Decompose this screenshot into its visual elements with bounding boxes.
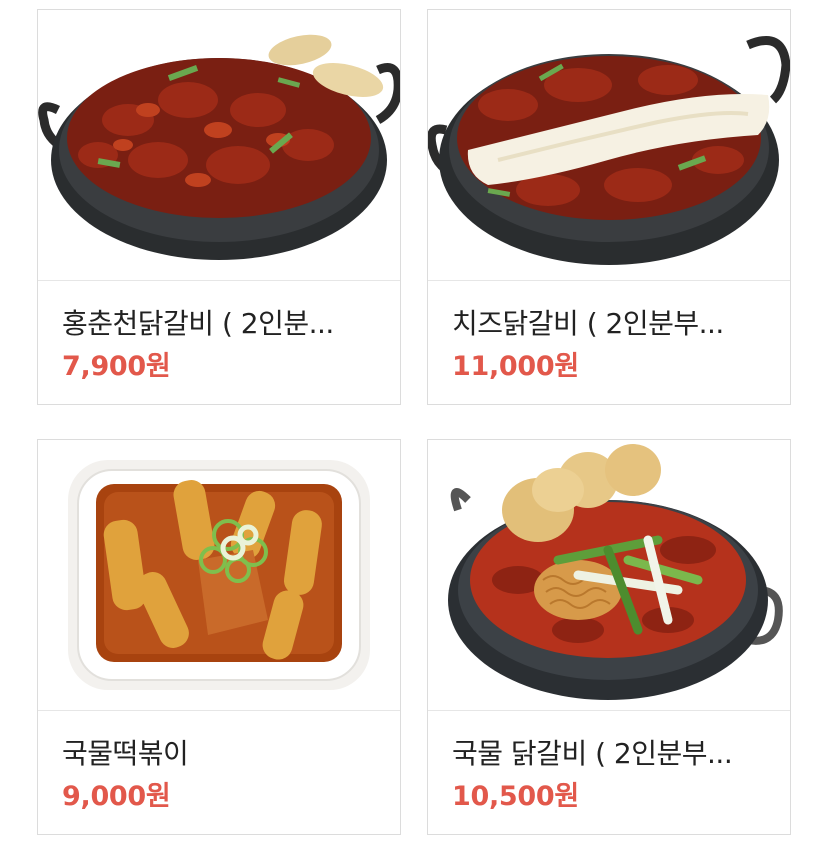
menu-item-card[interactable]: 국물떡볶이 9,000원 [37, 439, 401, 835]
menu-item-card[interactable]: 치즈닭갈비 ( 2인분부... 11,000원 [427, 9, 791, 405]
menu-item-card[interactable]: 홍춘천닭갈비 ( 2인분... 7,900원 [37, 9, 401, 405]
menu-item-price: 11,000원 [452, 351, 579, 382]
menu-item-name: 치즈닭갈비 ( 2인분부... [452, 307, 724, 340]
card-divider [38, 280, 400, 281]
cheese-chicken-galbi-image [428, 10, 790, 280]
menu-grid: 홍춘천닭갈비 ( 2인분... 7,900원 치즈닭갈비 (2인분부... 1… [0, 0, 828, 850]
soup-tteokbokki-image [38, 440, 400, 710]
spicy-chicken-galbi-image [38, 10, 400, 280]
soup-chicken-galbi-image [428, 440, 790, 710]
menu-item-price: 9,000원 [62, 781, 171, 812]
card-divider [428, 280, 790, 281]
menu-item-name: 국물떡볶이 [62, 737, 189, 770]
menu-item-price: 7,900원 [62, 351, 171, 382]
menu-item-name: 홍춘천닭갈비 ( 2인분... [62, 307, 334, 340]
menu-item-price: 10,500원 [452, 781, 579, 812]
menu-item-card[interactable]: 국물 닭갈비 ( 2인분부... 10,500원 [427, 439, 791, 835]
card-divider [428, 710, 790, 711]
card-divider [38, 710, 400, 711]
menu-item-name: 국물 닭갈비 ( 2인분부... [452, 737, 733, 770]
